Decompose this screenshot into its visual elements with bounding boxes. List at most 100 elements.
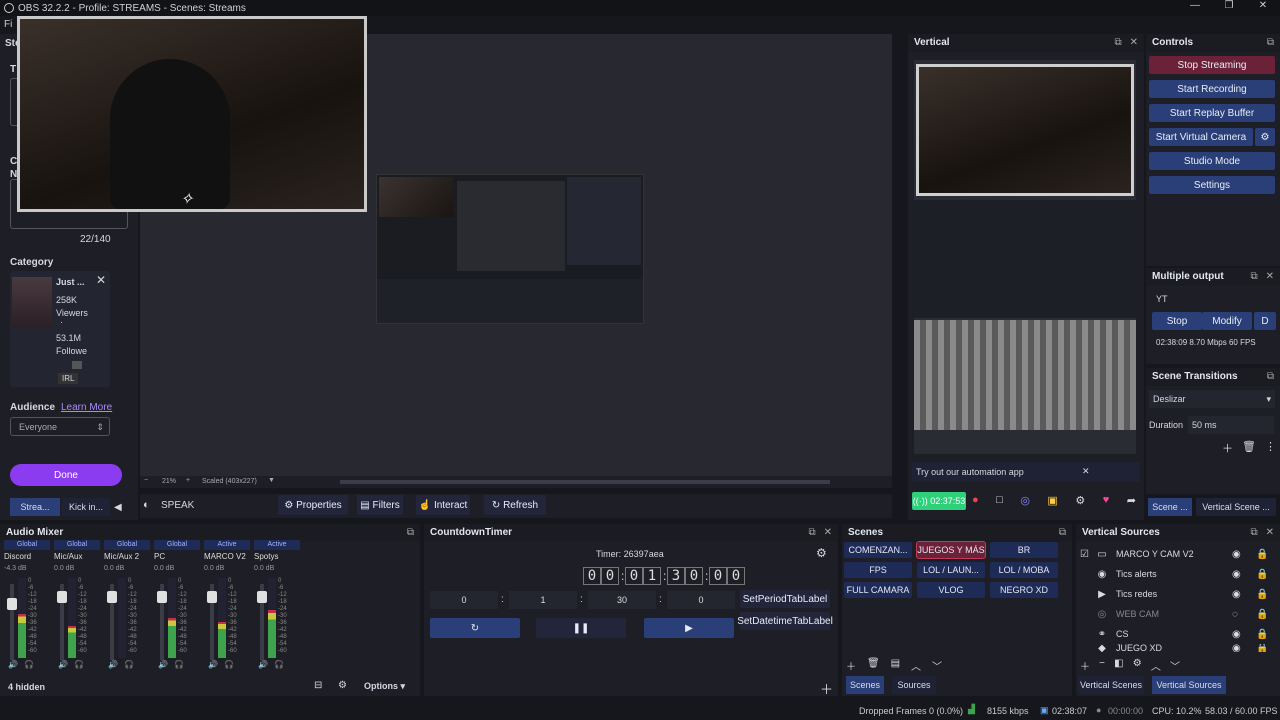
learn-more-link[interactable]: Learn More xyxy=(61,402,112,413)
vertical-preview[interactable] xyxy=(914,60,1136,454)
play-timer-button[interactable]: ▶ xyxy=(644,618,734,638)
mixer-settings-icon[interactable]: ⚙ xyxy=(338,680,347,691)
source-row[interactable]: ◉ Tics alerts ◉ 🔒 xyxy=(1080,564,1276,584)
tab-kick[interactable]: Kick in... xyxy=(62,498,110,516)
scene-button[interactable]: FULL CAMARA xyxy=(844,582,912,598)
zoom-out-button[interactable]: − xyxy=(144,477,148,484)
replay-icon[interactable]: ▣ xyxy=(1047,494,1057,510)
set-datetime-button[interactable]: SetDatetimeTabLabel xyxy=(737,612,833,630)
float-icon[interactable]: ⧉ xyxy=(808,524,815,542)
float-icon[interactable]: ⧉ xyxy=(1114,34,1121,52)
vertical-stream-timer[interactable]: ((·)) 02:37:53 xyxy=(912,492,966,510)
headphones-icon[interactable]: 🎧 xyxy=(174,660,190,669)
float-icon[interactable]: ⧉ xyxy=(1267,368,1274,386)
float-icon[interactable]: ⧉ xyxy=(1059,524,1066,542)
channel-mode[interactable]: Global xyxy=(4,540,50,550)
headphones-icon[interactable]: 🎧 xyxy=(74,660,90,669)
source-row[interactable]: ▶ Tics redes ◉ 🔒 xyxy=(1080,584,1276,604)
speaker-icon[interactable]: 🔊 xyxy=(108,660,124,669)
headphones-icon[interactable]: 🎧 xyxy=(24,660,40,669)
reset-timer-button[interactable]: ↻ xyxy=(430,618,520,638)
source-row[interactable]: ☑ ▭ MARCO Y CAM V2 ◉ 🔒 xyxy=(1080,544,1276,564)
start-recording-button[interactable]: Start Recording xyxy=(1149,80,1275,98)
move-down-icon[interactable]: ﹀ xyxy=(932,658,942,673)
volume-fader-knob[interactable] xyxy=(7,598,17,610)
scene-button[interactable]: LOL / LAUN... xyxy=(917,562,985,578)
volume-fader-knob[interactable] xyxy=(257,591,267,603)
scale-select[interactable]: Scaled (403x227) xyxy=(202,478,257,485)
float-icon[interactable]: ⧉ xyxy=(1267,34,1274,52)
lock-icon[interactable]: 🔒 xyxy=(1256,629,1268,640)
properties-button[interactable]: ⚙ Properties xyxy=(278,495,348,515)
gear-icon[interactable]: ⚙ xyxy=(816,546,827,560)
menu-file[interactable]: Fi xyxy=(4,19,12,30)
scene-button[interactable]: NEGRO XD xyxy=(990,582,1058,598)
channel-mode[interactable]: Global xyxy=(154,540,200,550)
done-button[interactable]: Done xyxy=(10,464,122,486)
remove-icon[interactable]: − xyxy=(1099,658,1105,673)
options-button[interactable]: Options ▾ xyxy=(364,681,405,692)
close-window-button[interactable]: ✕ xyxy=(1246,0,1280,16)
headphones-icon[interactable]: 🎧 xyxy=(274,660,290,669)
headphones-icon[interactable]: 🎧 xyxy=(224,660,240,669)
share-icon[interactable]: ➦ xyxy=(1127,494,1136,510)
scene-button[interactable]: BR xyxy=(990,542,1058,558)
volume-fader-track[interactable] xyxy=(10,584,14,660)
add-icon[interactable]: ＋ xyxy=(1222,440,1233,456)
checkbox-icon[interactable]: ☑ xyxy=(1080,549,1094,560)
speaker-icon[interactable]: 🔊 xyxy=(208,660,224,669)
virtualcam-icon[interactable]: ◎ xyxy=(1020,494,1030,510)
eye-icon[interactable]: ◉ xyxy=(1232,569,1241,580)
close-icon[interactable]: ✕ xyxy=(824,524,832,542)
source-row[interactable]: ⚭ CS ◉ 🔒 xyxy=(1080,624,1276,644)
properties-icon[interactable]: ◧ xyxy=(1114,658,1123,673)
float-icon[interactable]: ⧉ xyxy=(407,524,414,542)
zoom-in-button[interactable]: + xyxy=(186,477,190,484)
channel-name[interactable]: Discord xyxy=(4,552,52,561)
refresh-button[interactable]: ↻ Refresh xyxy=(484,495,546,515)
record-icon[interactable]: ● xyxy=(972,494,979,510)
float-icon[interactable]: ⧉ xyxy=(1250,524,1257,542)
source-row[interactable]: ◆ JUEGO XD ◉ 🔒 xyxy=(1080,644,1276,652)
close-icon[interactable]: ✕ xyxy=(1266,268,1274,286)
source-row[interactable]: ◎ WEB CAM ◌ 🔒 xyxy=(1080,604,1276,624)
lock-icon[interactable]: 🔒 xyxy=(1256,644,1268,652)
add-dock-icon[interactable]: ＋ xyxy=(820,679,833,698)
output-extra-button[interactable]: D xyxy=(1254,312,1276,330)
preview-scrollbar[interactable] xyxy=(340,480,830,484)
tab-sources[interactable]: Sources xyxy=(892,676,936,694)
channel-name[interactable]: PC xyxy=(154,552,202,561)
scene-button[interactable]: LOL / MOBA xyxy=(990,562,1058,578)
pause-timer-button[interactable]: ❚❚ xyxy=(536,618,626,638)
timer-field-input[interactable]: 0 xyxy=(667,591,735,609)
scene-button[interactable]: FPS xyxy=(844,562,912,578)
timer-field-input[interactable]: 30 xyxy=(588,591,656,609)
gear-icon[interactable]: ⚙ xyxy=(1133,658,1142,673)
tab-stream[interactable]: Strea... xyxy=(10,498,60,516)
square-icon[interactable]: □ xyxy=(996,494,1003,510)
eye-icon[interactable]: ◉ xyxy=(1232,589,1241,600)
speaker-icon[interactable]: 🔊 xyxy=(258,660,274,669)
tab-vertical-sources[interactable]: Vertical Sources xyxy=(1152,676,1226,694)
lock-icon[interactable]: 🔒 xyxy=(1256,549,1268,560)
filter-icon[interactable]: ▤ xyxy=(891,658,900,673)
banner-close-button[interactable]: ✕ xyxy=(1082,466,1090,477)
output-stop-button[interactable]: Stop xyxy=(1152,312,1202,330)
close-icon[interactable]: ✕ xyxy=(1266,524,1274,542)
duration-input[interactable]: 50 ms xyxy=(1188,416,1274,434)
stop-streaming-button[interactable]: Stop Streaming xyxy=(1149,56,1275,74)
remove-category-icon[interactable]: ✕ xyxy=(96,273,106,287)
scene-button[interactable]: JUEGOS Y MÁS xyxy=(916,541,986,559)
trash-icon[interactable]: 🗑 xyxy=(1242,440,1256,456)
timer-field-input[interactable]: 1 xyxy=(509,591,577,609)
speaker-icon[interactable]: 🔊 xyxy=(8,660,24,669)
volume-fader-knob[interactable] xyxy=(57,591,67,603)
audience-select[interactable]: Everyone ⇕ xyxy=(10,417,110,436)
lock-icon[interactable]: 🔒 xyxy=(1256,569,1268,580)
channel-name[interactable]: MARCO V2 xyxy=(204,552,252,561)
channel-mode[interactable]: Active xyxy=(204,540,250,550)
minimize-button[interactable]: — xyxy=(1178,0,1212,16)
move-down-icon[interactable]: ﹀ xyxy=(1170,658,1180,673)
eye-icon[interactable]: ◉ xyxy=(1232,644,1241,652)
chevron-left-icon[interactable]: ◀ xyxy=(114,502,122,513)
